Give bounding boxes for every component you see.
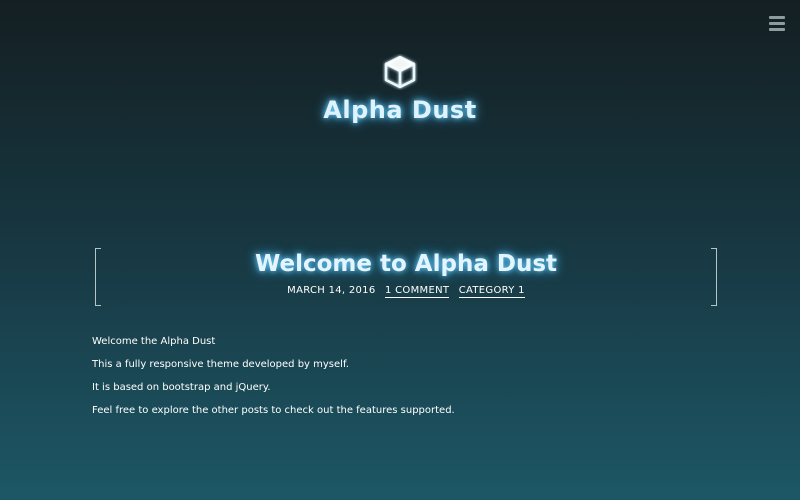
- hamburger-menu-icon[interactable]: [769, 16, 785, 32]
- menu-bar: [769, 16, 785, 19]
- post-meta: MARCH 14, 2016 1 COMMENT CATEGORY 1: [95, 285, 717, 298]
- post-date: MARCH 14, 2016: [287, 285, 376, 296]
- post-header: Welcome to Alpha Dust MARCH 14, 2016 1 C…: [95, 248, 717, 306]
- post-paragraph: It is based on bootstrap and jQuery.: [92, 382, 271, 393]
- menu-bar: [769, 22, 785, 25]
- post-paragraph: Feel free to explore the other posts to …: [92, 405, 455, 416]
- menu-bar: [769, 28, 785, 31]
- cube-icon-graphic: [384, 55, 416, 89]
- post-title[interactable]: Welcome to Alpha Dust: [95, 248, 717, 280]
- cube-icon[interactable]: [382, 54, 418, 90]
- category-link[interactable]: CATEGORY 1: [458, 285, 525, 298]
- post-paragraph: This a fully responsive theme developed …: [92, 359, 349, 370]
- site-title[interactable]: Alpha Dust: [0, 96, 800, 124]
- post-paragraph: Welcome the Alpha Dust: [92, 336, 216, 347]
- post-body: Welcome the Alpha Dust This a fully resp…: [92, 336, 712, 428]
- comments-link[interactable]: 1 COMMENT: [385, 285, 450, 298]
